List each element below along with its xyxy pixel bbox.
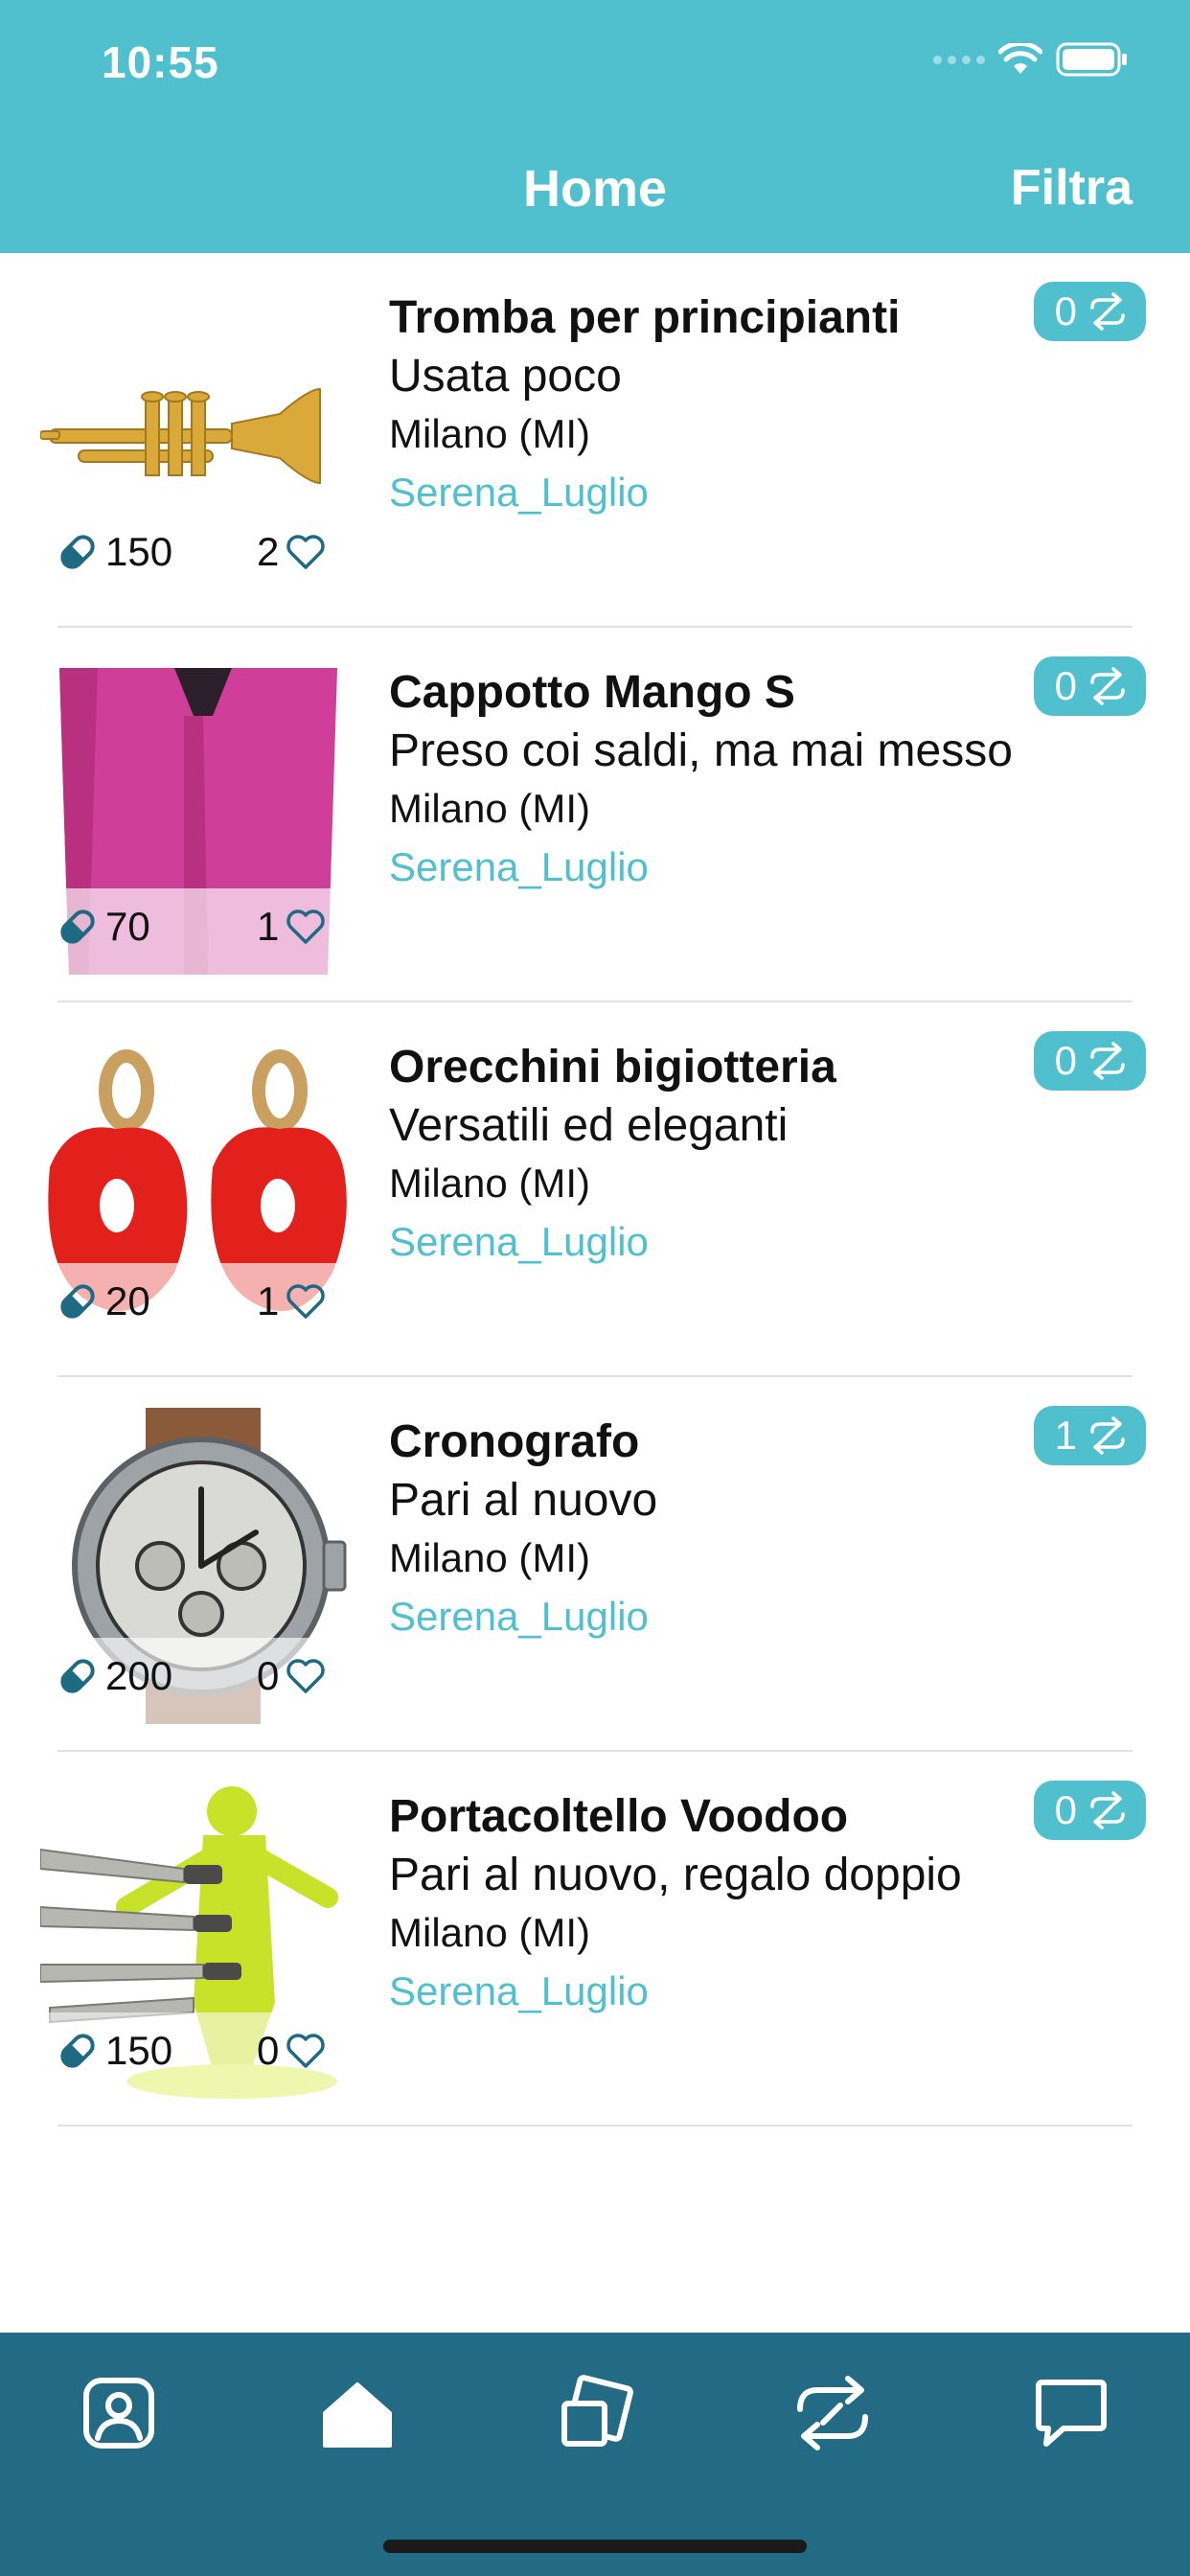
pill-price-icon <box>60 2034 95 2068</box>
price-value: 200 <box>105 1653 173 1698</box>
price-value: 150 <box>105 529 173 574</box>
items-list: 150 2 Tromba per principianti Usata poco… <box>0 253 1190 2127</box>
likes-counter[interactable]: 1 <box>257 1278 327 1324</box>
item-location: Milano (MI) <box>389 1910 591 1955</box>
filter-button[interactable]: Filtra <box>1011 159 1133 217</box>
list-item[interactable]: 20 1 Orecchini bigiotteria Versatili ed … <box>0 1002 1190 1377</box>
swap-badge[interactable]: 0 <box>1033 282 1146 341</box>
likes-counter[interactable]: 2 <box>257 529 327 575</box>
item-user-link[interactable]: Serena_Luglio <box>389 462 1050 523</box>
pill-price-icon <box>60 535 95 569</box>
tab-home[interactable] <box>305 2365 410 2461</box>
items-icon <box>561 2375 633 2447</box>
price-tag: 150 <box>57 2028 172 2074</box>
price-tag: 150 <box>57 529 172 575</box>
swap-badge[interactable]: 0 <box>1033 1031 1146 1091</box>
divider <box>57 2125 1133 2127</box>
swap-arrows-icon <box>1090 667 1125 705</box>
item-title: Portacoltello Voodoo <box>389 1791 849 1842</box>
item-info: Portacoltello Voodoo Pari al nuovo, rega… <box>389 1788 1050 2022</box>
swap-count: 1 <box>1054 1413 1077 1458</box>
swap-badge[interactable]: 1 <box>1033 1406 1146 1465</box>
item-subtitle: Versatili ed eleganti <box>389 1100 789 1151</box>
swap-arrows-icon <box>1090 292 1125 331</box>
likes-count: 0 <box>257 2028 280 2073</box>
item-subtitle: Pari al nuovo, regalo doppio <box>389 1850 962 1900</box>
item-location: Milano (MI) <box>389 1161 591 1206</box>
pill-price-icon <box>60 1659 95 1693</box>
swap-count: 0 <box>1054 663 1077 708</box>
item-title: Cappotto Mango S <box>389 667 795 718</box>
item-location: Milano (MI) <box>389 786 591 831</box>
likes-count: 0 <box>257 1653 280 1698</box>
swap-icon <box>797 2376 868 2450</box>
likes-counter[interactable]: 0 <box>257 1653 327 1699</box>
battery-icon <box>1056 42 1127 77</box>
price-tag: 70 <box>57 904 150 950</box>
swap-count: 0 <box>1054 288 1077 334</box>
item-user-link[interactable]: Serena_Luglio <box>389 1586 1050 1647</box>
tab-items[interactable] <box>542 2365 648 2461</box>
cellular-signal-icon <box>933 55 985 64</box>
price-value: 20 <box>105 1278 150 1323</box>
item-user-link[interactable]: Serena_Luglio <box>389 837 1050 898</box>
swap-arrows-icon <box>1090 1416 1125 1455</box>
item-title: Cronografo <box>389 1416 640 1467</box>
heart-icon[interactable] <box>285 908 327 946</box>
swap-count: 0 <box>1054 1787 1077 1832</box>
price-tag: 20 <box>57 1278 150 1324</box>
status-icons <box>933 42 1129 77</box>
tab-chat[interactable] <box>1018 2365 1124 2461</box>
list-item[interactable]: 150 2 Tromba per principianti Usata poco… <box>0 253 1190 628</box>
app-header: 10:55 Home Filtra <box>0 0 1190 253</box>
likes-counter[interactable]: 1 <box>257 904 327 950</box>
tab-profile[interactable] <box>66 2365 172 2461</box>
item-info: Orecchini bigiotteria Versatili ed elega… <box>389 1039 1050 1273</box>
price-value: 70 <box>105 904 150 949</box>
item-user-link[interactable]: Serena_Luglio <box>389 1961 1050 2022</box>
item-info: Cappotto Mango S Preso coi saldi, ma mai… <box>389 664 1050 898</box>
item-title: Tromba per principianti <box>389 292 901 343</box>
item-subtitle: Usata poco <box>389 351 622 402</box>
item-subtitle: Preso coi saldi, ma mai messo <box>389 725 1013 776</box>
item-location: Milano (MI) <box>389 411 591 456</box>
likes-count: 1 <box>257 1278 280 1323</box>
likes-count: 2 <box>257 529 280 574</box>
heart-icon[interactable] <box>285 1282 327 1321</box>
swap-arrows-icon <box>1090 1042 1125 1080</box>
list-item[interactable]: 70 1 Cappotto Mango S Preso coi saldi, m… <box>0 628 1190 1002</box>
swap-badge[interactable]: 0 <box>1033 656 1146 716</box>
swap-count: 0 <box>1054 1038 1077 1083</box>
price-value: 150 <box>105 2028 173 2073</box>
item-location: Milano (MI) <box>389 1535 591 1580</box>
swap-badge[interactable]: 0 <box>1033 1781 1146 1840</box>
price-tag: 200 <box>57 1653 172 1699</box>
pill-price-icon <box>60 909 95 944</box>
list-item[interactable]: 200 0 Cronografo Pari al nuovo Milano (M… <box>0 1377 1190 1752</box>
pill-price-icon <box>60 1284 95 1319</box>
item-user-link[interactable]: Serena_Luglio <box>389 1211 1050 1273</box>
chat-icon <box>1036 2380 1107 2447</box>
list-item[interactable]: 150 0 Portacoltello Voodoo Pari al nuovo… <box>0 1752 1190 2127</box>
item-info: Tromba per principianti Usata poco Milan… <box>389 289 1050 523</box>
home-indicator <box>383 2540 807 2553</box>
item-info: Cronografo Pari al nuovo Milano (MI) Ser… <box>389 1414 1050 1647</box>
likes-count: 1 <box>257 904 280 949</box>
likes-counter[interactable]: 0 <box>257 2028 327 2074</box>
heart-icon[interactable] <box>285 533 327 571</box>
status-time: 10:55 <box>102 37 219 87</box>
item-title: Orecchini bigiotteria <box>389 1042 836 1092</box>
item-subtitle: Pari al nuovo <box>389 1475 658 1526</box>
swap-arrows-icon <box>1090 1791 1125 1829</box>
profile-icon <box>83 2378 154 2449</box>
home-icon <box>323 2382 392 2448</box>
heart-icon[interactable] <box>285 1657 327 1695</box>
wifi-icon <box>998 43 1042 74</box>
tab-swaps[interactable] <box>780 2365 885 2461</box>
heart-icon[interactable] <box>285 2032 327 2070</box>
